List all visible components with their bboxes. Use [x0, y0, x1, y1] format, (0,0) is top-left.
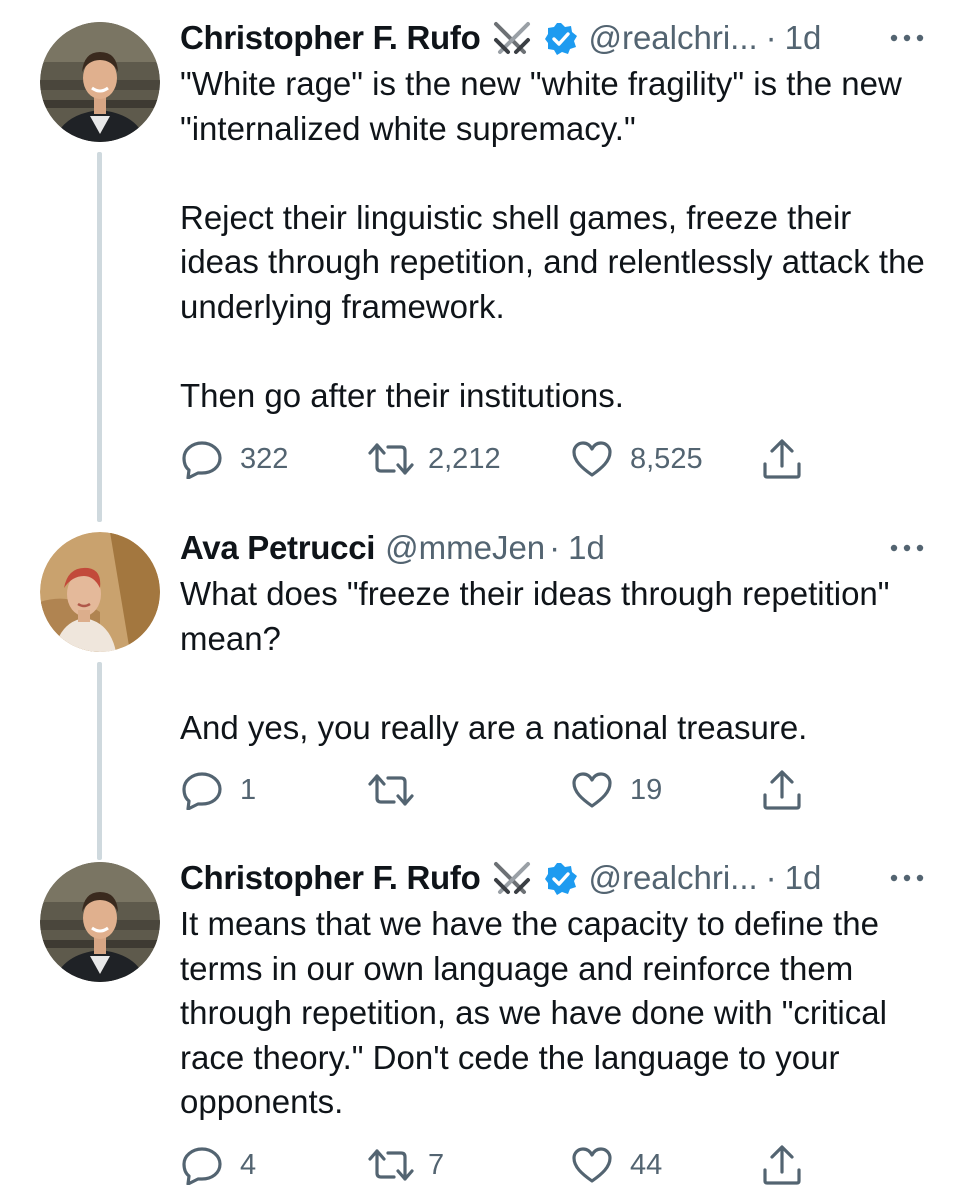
tweet[interactable]: Ava Petrucci @mmeJen · 1d What does "fre…	[0, 520, 969, 860]
tweet-header: Christopher F. Rufo @realchri... · 1d	[180, 14, 929, 62]
more-icon[interactable]	[885, 854, 929, 902]
tweet-paragraph: Reject their linguistic shell games, fre…	[180, 198, 925, 325]
tweet-paragraph: What does "freeze their ideas through re…	[180, 575, 890, 657]
reply-count: 322	[240, 442, 289, 475]
tweet[interactable]: Christopher F. Rufo @realchri... · 1d	[0, 859, 969, 1200]
share-icon	[760, 437, 804, 481]
separator-dot: ·	[765, 19, 777, 56]
reply-icon	[180, 1145, 224, 1185]
like-icon	[570, 439, 614, 479]
tweet-text: "White rage" is the new "white fragility…	[180, 62, 929, 419]
share-button[interactable]	[760, 1140, 804, 1190]
like-button[interactable]: 44	[570, 1140, 662, 1190]
reply-icon	[180, 439, 224, 479]
avatar[interactable]	[40, 862, 160, 982]
retweet-count: 2,212	[428, 442, 501, 475]
tweet-paragraph: It means that we have the capacity to de…	[180, 905, 887, 1121]
tweet-actions: 4 7 44	[180, 1140, 820, 1190]
retweet-icon	[366, 439, 416, 479]
like-count: 44	[630, 1148, 663, 1181]
retweet-button[interactable]	[366, 765, 416, 815]
like-button[interactable]: 8,525	[570, 434, 703, 484]
reply-icon	[180, 770, 224, 810]
user-handle[interactable]: @realchri...	[588, 14, 757, 62]
separator-dot: ·	[765, 859, 777, 896]
tweet-paragraph: "White rage" is the new "white fragility…	[180, 65, 902, 147]
retweet-button[interactable]: 2,212	[366, 434, 501, 484]
share-button[interactable]	[760, 765, 804, 815]
reply-button[interactable]: 1	[180, 765, 256, 815]
verified-badge-icon	[544, 861, 578, 895]
swords-icon	[490, 18, 534, 58]
display-name[interactable]: Christopher F. Rufo	[180, 14, 481, 62]
display-name[interactable]: Christopher F. Rufo	[180, 854, 481, 902]
like-icon	[570, 770, 614, 810]
retweet-button[interactable]: 7	[366, 1140, 444, 1190]
timestamp[interactable]: 1d	[568, 524, 605, 572]
like-count: 8,525	[630, 442, 703, 475]
tweet-paragraph: Then go after their institutions.	[180, 377, 624, 415]
share-icon	[760, 768, 804, 812]
reply-count: 1	[240, 773, 257, 806]
tweet-actions: 1 19	[180, 765, 820, 815]
user-handle[interactable]: @mmeJen	[385, 524, 545, 572]
display-name[interactable]: Ava Petrucci	[180, 524, 375, 572]
retweet-icon	[366, 770, 416, 810]
tweet[interactable]: Christopher F. Rufo @realchri... · 1d	[0, 0, 969, 520]
avatar[interactable]	[40, 22, 160, 142]
share-icon	[760, 1143, 804, 1187]
tweet-header: Ava Petrucci @mmeJen · 1d	[180, 524, 929, 572]
swords-icon	[490, 858, 534, 898]
more-icon[interactable]	[885, 524, 929, 572]
tweet-paragraph: And yes, you really are a national treas…	[180, 708, 808, 746]
verified-badge-icon	[544, 21, 578, 55]
share-button[interactable]	[760, 434, 804, 484]
tweet-text: It means that we have the capacity to de…	[180, 902, 929, 1125]
retweet-count: 7	[428, 1148, 445, 1181]
reply-button[interactable]: 322	[180, 434, 288, 484]
user-handle[interactable]: @realchri...	[588, 854, 757, 902]
tweet-actions: 322 2,212 8,525	[180, 434, 820, 484]
tweet-text: What does "freeze their ideas through re…	[180, 572, 929, 750]
retweet-icon	[366, 1145, 416, 1185]
like-button[interactable]: 19	[570, 765, 662, 815]
like-count: 19	[630, 773, 663, 806]
avatar[interactable]	[40, 532, 160, 652]
timestamp[interactable]: 1d	[785, 854, 822, 902]
more-icon[interactable]	[885, 14, 929, 62]
tweet-thread: Christopher F. Rufo @realchri... · 1d "W…	[0, 0, 969, 1200]
tweet-header: Christopher F. Rufo @realchri... · 1d	[180, 854, 929, 902]
reply-button[interactable]: 4	[180, 1140, 256, 1190]
timestamp[interactable]: 1d	[785, 14, 822, 62]
reply-count: 4	[240, 1148, 257, 1181]
like-icon	[570, 1145, 614, 1185]
separator-dot: ·	[549, 529, 561, 566]
